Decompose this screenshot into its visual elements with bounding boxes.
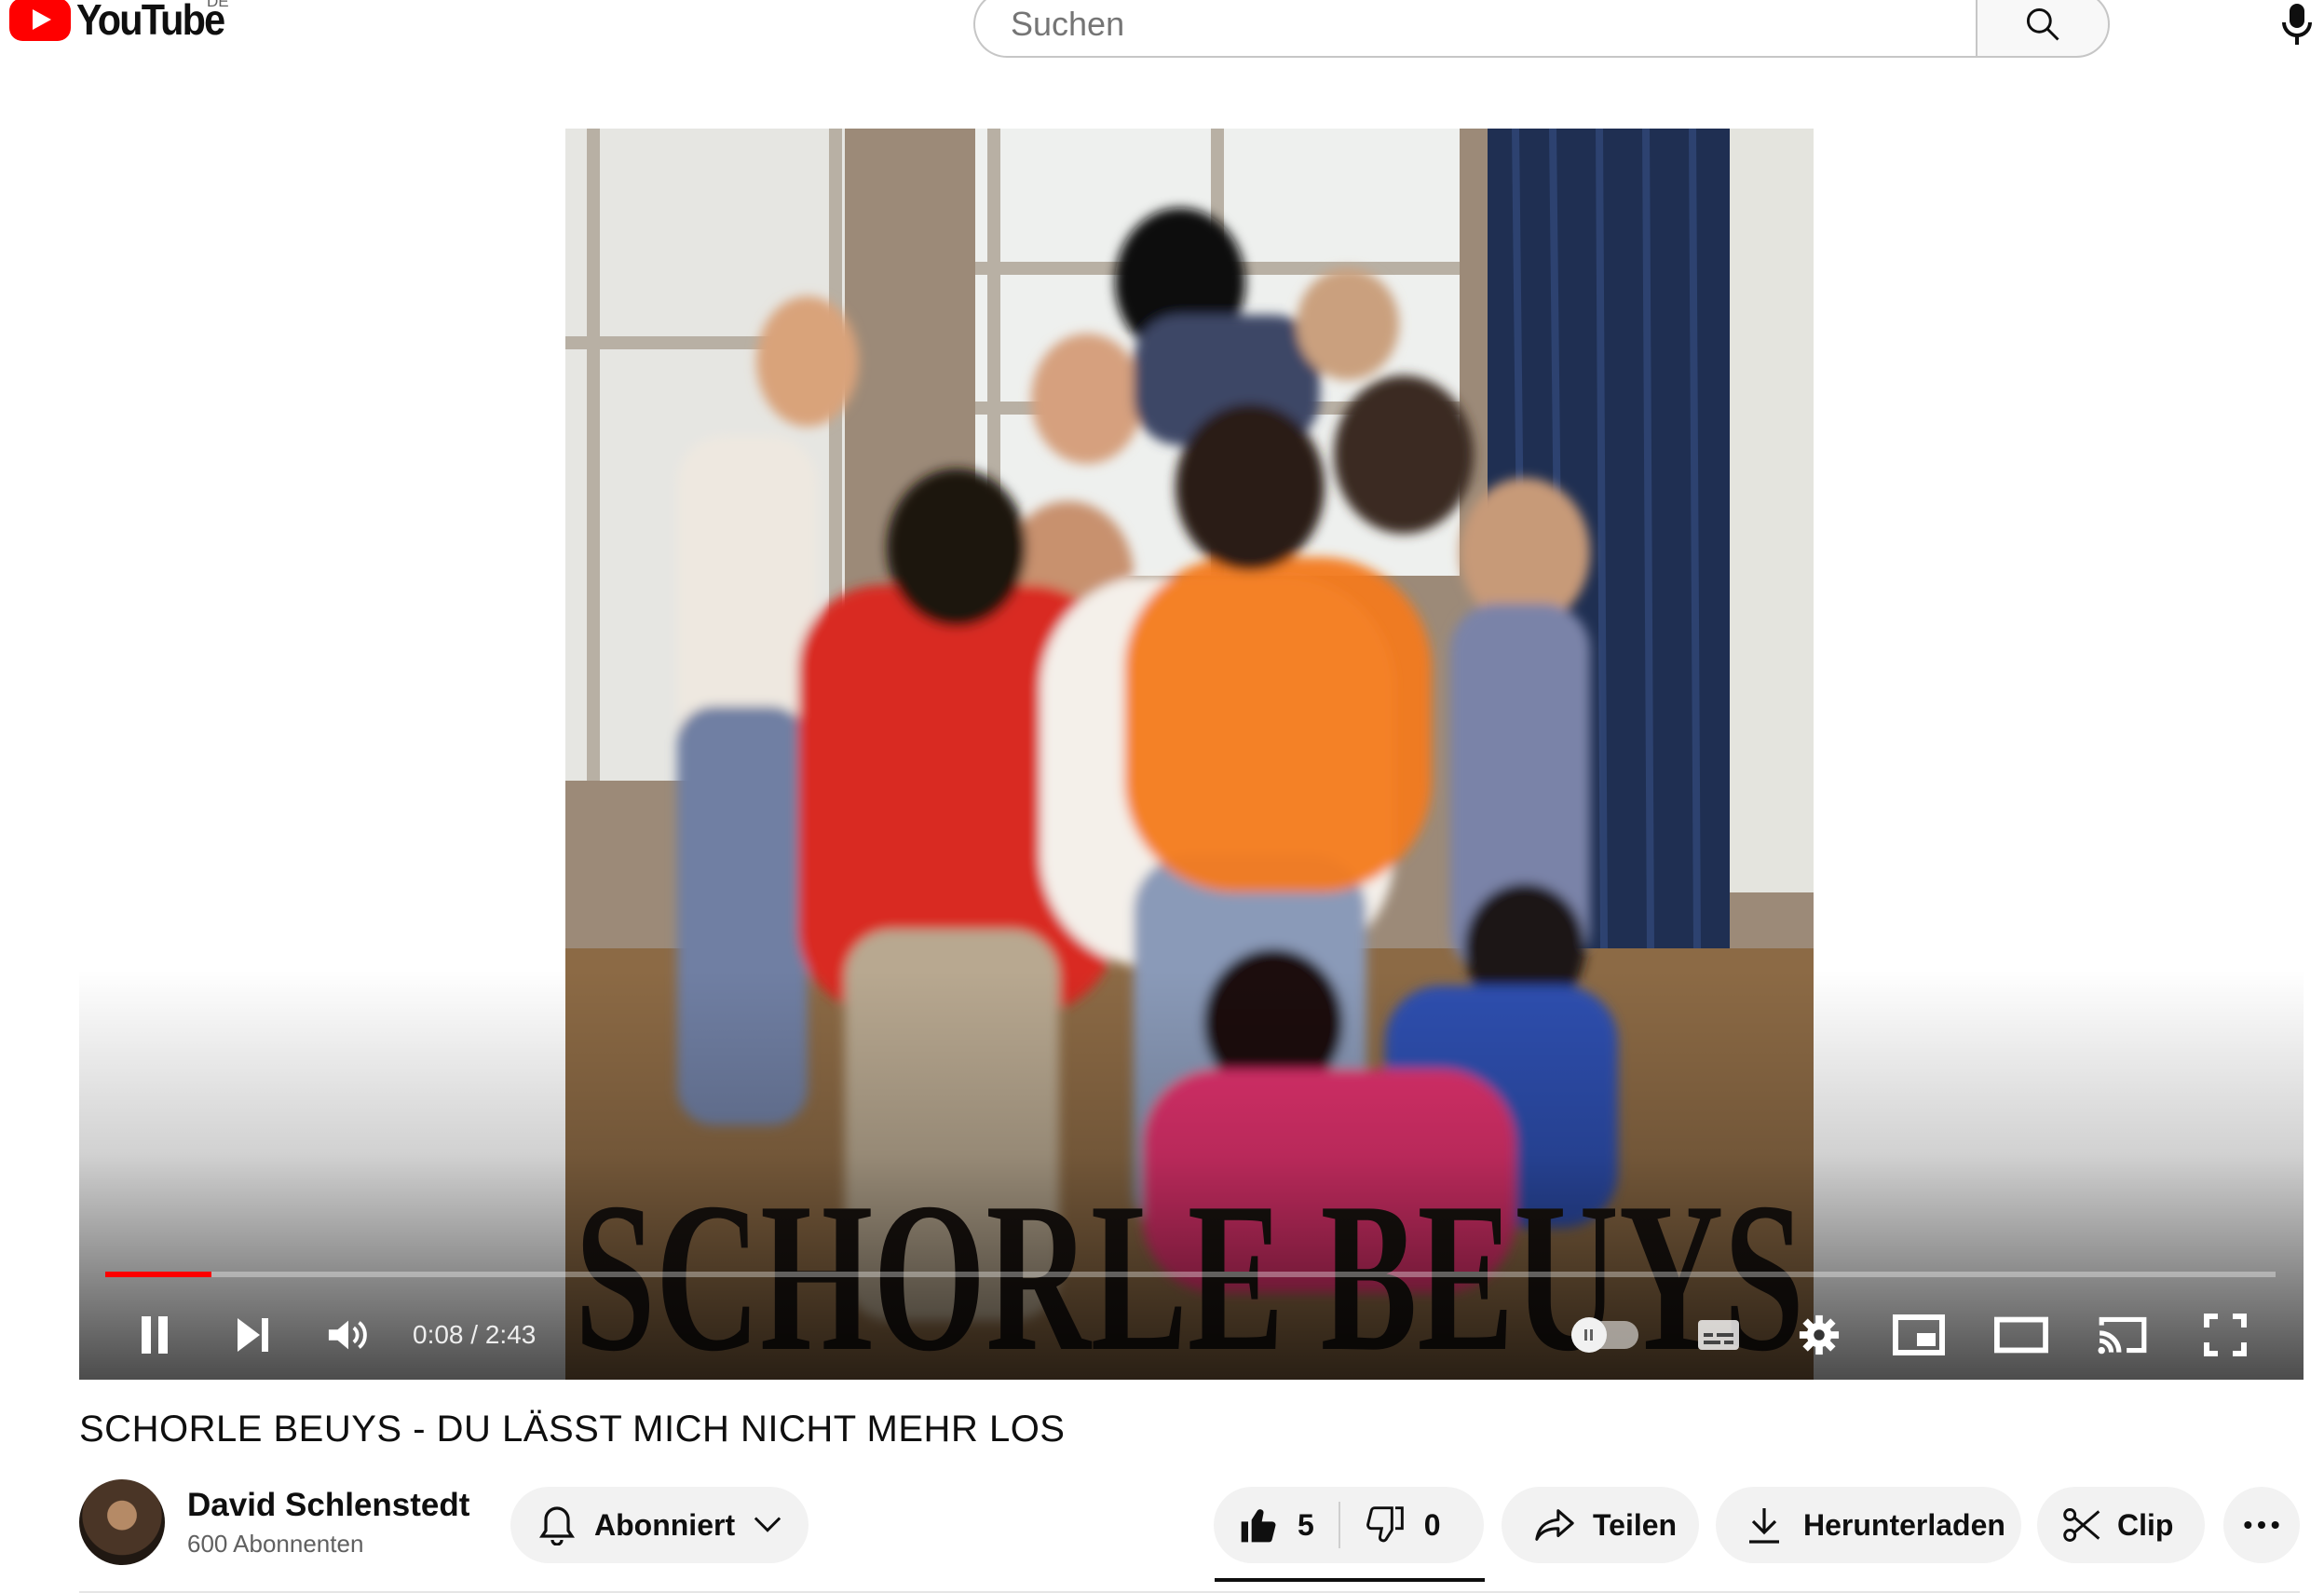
theater-mode-icon [1994, 1316, 2048, 1354]
player-controls: 0:08 / 2:43 [79, 1293, 2304, 1377]
subscribed-button[interactable]: Abonniert [510, 1487, 809, 1563]
scissors-icon [2063, 1508, 2100, 1542]
subtitles-icon [1698, 1320, 1739, 1350]
search-icon [2026, 7, 2059, 41]
miniplayer-button[interactable] [1886, 1293, 1951, 1377]
video-thumbnail-image: SCHORLE BEUYS [565, 129, 1814, 1380]
time-separator: / [463, 1320, 485, 1349]
download-icon [1749, 1508, 1779, 1544]
more-actions-button[interactable] [2223, 1487, 2300, 1563]
channel-avatar[interactable] [79, 1479, 165, 1565]
cast-icon [2098, 1316, 2147, 1355]
like-count: 5 [1298, 1507, 1314, 1542]
share-icon [1535, 1509, 1574, 1541]
share-button[interactable]: Teilen [1502, 1487, 1699, 1563]
dislike-count: 0 [1423, 1507, 1441, 1542]
autoplay-toggle[interactable] [1571, 1317, 1638, 1353]
like-active-indicator [1215, 1578, 1485, 1582]
youtube-play-logo-icon [9, 0, 71, 41]
miniplayer-icon [1893, 1314, 1945, 1355]
next-icon [238, 1318, 268, 1352]
like-dislike-group: 5 0 [1214, 1487, 1484, 1563]
dislike-button[interactable]: 0 [1340, 1487, 1465, 1563]
fullscreen-button[interactable] [2191, 1293, 2260, 1377]
pause-button[interactable] [126, 1293, 183, 1377]
logo-text: YouTube [76, 0, 225, 44]
subtitles-button[interactable] [1686, 1293, 1751, 1377]
theater-mode-button[interactable] [1987, 1293, 2056, 1377]
progress-played [105, 1272, 212, 1277]
current-time: 0:08 [413, 1320, 464, 1349]
settings-gear-icon [1799, 1314, 1840, 1355]
video-player[interactable]: SCHORLE BEUYS 0:08 / 2:43 [79, 129, 2304, 1380]
mute-button[interactable] [319, 1293, 377, 1377]
autoplay-pause-icon [1571, 1317, 1607, 1353]
clip-button[interactable]: Clip [2037, 1487, 2205, 1563]
channel-info: David Schlenstedt 600 Abonnenten [187, 1487, 469, 1559]
thumbs-up-icon [1241, 1509, 1276, 1543]
next-button[interactable] [224, 1293, 281, 1377]
download-label: Herunterladen [1803, 1507, 2005, 1542]
fullscreen-icon [2204, 1314, 2247, 1356]
cast-button[interactable] [2088, 1293, 2157, 1377]
region-code: DE [207, 0, 229, 10]
like-button[interactable]: 5 [1214, 1487, 1339, 1563]
mic-icon [2282, 4, 2312, 45]
volume-icon [328, 1320, 367, 1350]
search-button[interactable] [1976, 0, 2110, 58]
video-frame[interactable]: SCHORLE BEUYS [565, 129, 1814, 1380]
chevron-down-icon [754, 1517, 781, 1532]
settings-button[interactable] [1787, 1293, 1852, 1377]
thumbs-down-icon [1366, 1506, 1404, 1543]
video-title: SCHORLE BEUYS - DU LÄSST MICH NICHT MEHR… [79, 1409, 1066, 1450]
search-input[interactable] [1009, 4, 1976, 45]
voice-search-button[interactable] [2273, 0, 2321, 48]
download-button[interactable]: Herunterladen [1716, 1487, 2021, 1563]
channel-name[interactable]: David Schlenstedt [187, 1487, 469, 1524]
time-display: 0:08 / 2:43 [413, 1293, 536, 1377]
duration: 2:43 [484, 1320, 537, 1349]
bell-icon [539, 1506, 575, 1545]
subscribed-label: Abonniert [594, 1507, 736, 1542]
youtube-logo[interactable]: YouTube [9, 0, 240, 45]
pause-icon [142, 1316, 168, 1354]
channel-owner: David Schlenstedt 600 Abonnenten [79, 1479, 469, 1565]
subscriber-count: 600 Abonnenten [187, 1529, 364, 1558]
search-bar [973, 0, 2110, 58]
clip-label: Clip [2117, 1507, 2174, 1542]
share-label: Teilen [1593, 1507, 1678, 1542]
more-icon [2244, 1521, 2279, 1529]
progress-bar[interactable] [105, 1272, 2276, 1277]
search-box[interactable] [973, 0, 1976, 58]
